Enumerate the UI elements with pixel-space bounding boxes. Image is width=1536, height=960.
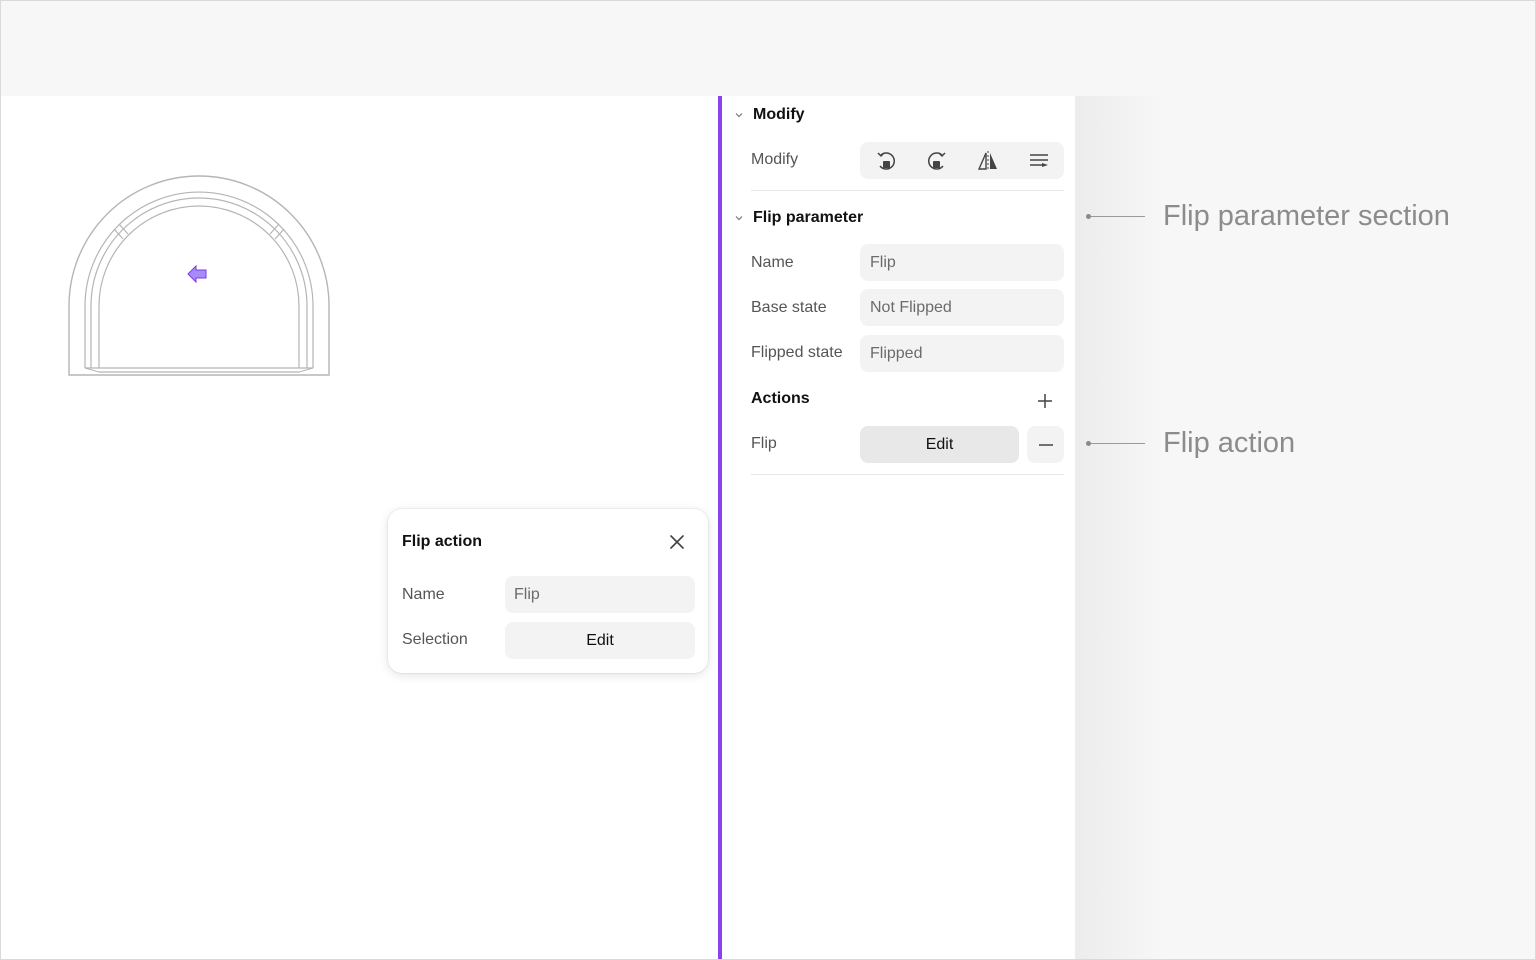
properties-panel: Modify Modify Flip parameter Name Flip B…: [722, 96, 1075, 960]
close-button[interactable]: [666, 531, 688, 553]
callout-flip-parameter-section: Flip parameter section: [1086, 200, 1450, 233]
callout-line: [1091, 443, 1145, 444]
chevron-down-icon: [735, 113, 743, 118]
base-state-field[interactable]: Not Flipped: [860, 289, 1064, 326]
add-action-button[interactable]: [1032, 388, 1058, 414]
callout-flip-action: Flip action: [1086, 427, 1295, 460]
base-state-label: Base state: [751, 299, 827, 316]
close-icon[interactable]: [670, 535, 684, 549]
flip-horizontal-icon: [977, 150, 997, 171]
rotate-left-icon: [876, 151, 895, 170]
rotate-right-icon: [927, 151, 946, 170]
separator: [751, 474, 1064, 475]
modify-row-label: Modify: [751, 151, 799, 168]
flip-parameter-header[interactable]: Flip parameter: [734, 209, 863, 227]
flipped-state-field[interactable]: Flipped: [860, 335, 1064, 372]
flip-parameter-title: Flip parameter: [753, 209, 864, 226]
callout-text: Flip parameter section: [1163, 200, 1450, 232]
actions-title: Actions: [751, 390, 810, 407]
popup-name-field[interactable]: Flip: [505, 576, 695, 613]
minus-icon: [1038, 443, 1053, 446]
modify-section-header[interactable]: Modify: [734, 106, 805, 124]
flip-grip-icon[interactable]: [186, 263, 208, 285]
separator: [751, 190, 1064, 191]
modify-section-title: Modify: [753, 106, 805, 123]
popup-title: Flip action: [402, 533, 482, 550]
callout-text: Flip action: [1163, 427, 1296, 459]
drawing-canvas[interactable]: Flip action Name Flip Selection Edit: [1, 96, 719, 960]
rotate-left-button[interactable]: [871, 146, 901, 176]
plus-icon: [1038, 394, 1052, 408]
callout-line: [1091, 216, 1145, 217]
flip-horizontal-button[interactable]: [973, 146, 1003, 176]
popup-name-label: Name: [402, 586, 445, 603]
align-button[interactable]: [1024, 146, 1054, 176]
selection-edit-button[interactable]: Edit: [505, 622, 695, 659]
action-item-label: Flip: [751, 435, 777, 452]
selection-label: Selection: [402, 631, 468, 648]
flipped-state-label: Flipped state: [751, 344, 843, 361]
flip-action-popup: Flip action Name Flip Selection Edit: [388, 509, 708, 673]
modify-tools: [860, 142, 1064, 179]
chevron-down-icon: [735, 216, 743, 221]
name-field[interactable]: Flip: [860, 244, 1064, 281]
action-edit-button[interactable]: Edit: [860, 426, 1019, 463]
name-label: Name: [751, 254, 794, 271]
rotate-right-button[interactable]: [922, 146, 952, 176]
align-icon: [1029, 153, 1048, 167]
remove-action-button[interactable]: [1027, 426, 1064, 463]
